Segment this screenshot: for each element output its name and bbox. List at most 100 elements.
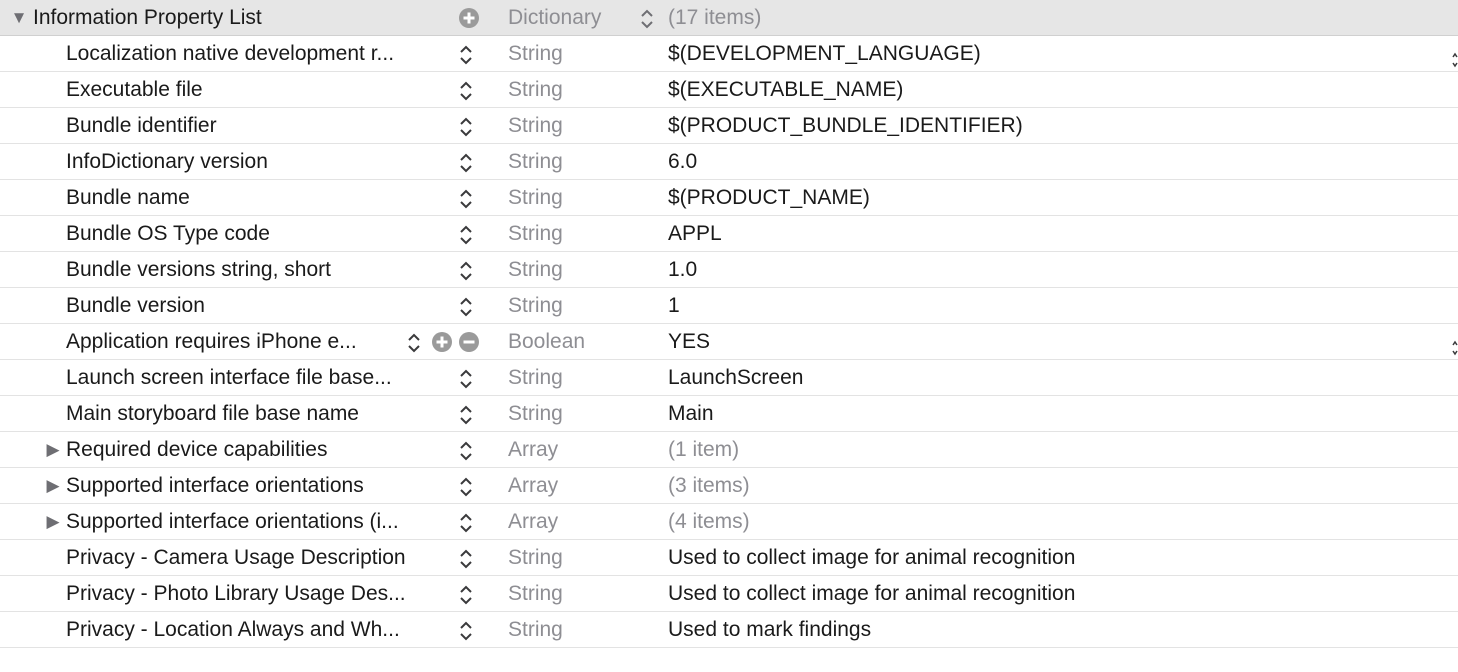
property-value[interactable]: (1 item) <box>668 432 1428 467</box>
property-value[interactable]: $(PRODUCT_NAME) <box>668 180 1428 215</box>
key-stepper[interactable] <box>457 295 475 319</box>
property-type[interactable]: String <box>508 612 648 647</box>
property-row[interactable]: ▶ Supported interface orientations Array (3… <box>0 468 1458 504</box>
property-key[interactable]: Bundle name <box>66 180 452 215</box>
property-key[interactable]: Supported interface orientations <box>66 468 452 503</box>
property-row[interactable]: ▶ Required device capabilities Array (1 ite… <box>0 432 1458 468</box>
property-row[interactable]: Application requires iPhone e... Boolean Y… <box>0 324 1458 360</box>
key-stepper[interactable] <box>457 511 475 535</box>
property-value[interactable]: Used to collect image for animal recogni… <box>668 576 1428 611</box>
property-key[interactable]: Bundle identifier <box>66 108 452 143</box>
property-key[interactable]: Launch screen interface file base... <box>66 360 452 395</box>
property-row[interactable]: Executable file String $(EXECUTABLE_NAME) <box>0 72 1458 108</box>
property-value[interactable]: YES <box>668 324 1428 359</box>
disclosure-collapsed-icon[interactable]: ▶ <box>44 468 62 503</box>
key-stepper[interactable] <box>457 619 475 643</box>
up-down-chevron-icon <box>460 441 472 461</box>
add-item-button[interactable] <box>458 7 480 29</box>
property-row[interactable]: Privacy - Photo Library Usage Des... Stri… <box>0 576 1458 612</box>
property-key[interactable]: Privacy - Camera Usage Description <box>66 540 452 575</box>
property-value[interactable]: Used to mark findings <box>668 612 1428 647</box>
property-type[interactable]: String <box>508 108 648 143</box>
property-value[interactable]: $(EXECUTABLE_NAME) <box>668 72 1428 107</box>
property-key[interactable]: Privacy - Location Always and Wh... <box>66 612 452 647</box>
property-value[interactable]: Used to collect image for animal recogni… <box>668 540 1428 575</box>
property-type[interactable]: String <box>508 144 648 179</box>
key-stepper[interactable] <box>457 259 475 283</box>
property-value[interactable]: Main <box>668 396 1428 431</box>
property-row[interactable]: InfoDictionary version String 6.0 <box>0 144 1458 180</box>
property-row[interactable]: Bundle versions string, short String 1.0 <box>0 252 1458 288</box>
property-key[interactable]: Bundle version <box>66 288 452 323</box>
property-value[interactable]: $(PRODUCT_BUNDLE_IDENTIFIER) <box>668 108 1428 143</box>
property-row[interactable]: Bundle identifier String $(PRODUCT_BUNDLE_… <box>0 108 1458 144</box>
property-key[interactable]: Localization native development r... <box>66 36 452 71</box>
property-value[interactable]: 6.0 <box>668 144 1428 179</box>
property-type[interactable]: String <box>508 252 648 287</box>
property-row[interactable]: Main storyboard file base name String Main <box>0 396 1458 432</box>
property-row[interactable]: Bundle name String $(PRODUCT_NAME) <box>0 180 1458 216</box>
key-stepper[interactable] <box>457 439 475 463</box>
key-stepper[interactable] <box>457 115 475 139</box>
property-key[interactable]: Main storyboard file base name <box>66 396 452 431</box>
property-type[interactable]: Boolean <box>508 324 648 359</box>
key-stepper[interactable] <box>457 367 475 391</box>
property-key[interactable]: InfoDictionary version <box>66 144 452 179</box>
resize-handle[interactable] <box>1452 333 1458 356</box>
key-stepper[interactable] <box>457 223 475 247</box>
property-type[interactable]: String <box>508 360 648 395</box>
root-type[interactable]: Dictionary <box>508 0 648 35</box>
key-stepper[interactable] <box>457 187 475 211</box>
key-stepper[interactable] <box>457 79 475 103</box>
key-stepper[interactable] <box>457 583 475 607</box>
property-value[interactable]: APPL <box>668 216 1428 251</box>
key-stepper[interactable] <box>457 43 475 67</box>
property-key[interactable]: Executable file <box>66 72 452 107</box>
property-value[interactable]: $(DEVELOPMENT_LANGUAGE) <box>668 36 1428 71</box>
property-type[interactable]: String <box>508 540 648 575</box>
property-type[interactable]: Array <box>508 468 648 503</box>
property-type[interactable]: String <box>508 72 648 107</box>
remove-row-button[interactable] <box>458 331 480 353</box>
property-value[interactable]: LaunchScreen <box>668 360 1428 395</box>
property-type[interactable]: String <box>508 180 648 215</box>
property-row[interactable]: Bundle OS Type code String APPL <box>0 216 1458 252</box>
property-key[interactable]: Application requires iPhone e... <box>66 324 452 359</box>
property-row[interactable]: Localization native development r... Stri… <box>0 36 1458 72</box>
root-row[interactable]: ▼ Information Property List Dictionary (… <box>0 0 1458 36</box>
resize-handle-icon <box>1452 340 1458 356</box>
property-value[interactable]: 1 <box>668 288 1428 323</box>
property-row[interactable]: Privacy - Location Always and Wh... Strin… <box>0 612 1458 648</box>
property-key[interactable]: Required device capabilities <box>66 432 452 467</box>
property-key[interactable]: Privacy - Photo Library Usage Des... <box>66 576 452 611</box>
disclosure-expanded-icon[interactable]: ▼ <box>10 0 28 35</box>
property-key[interactable]: Bundle versions string, short <box>66 252 452 287</box>
resize-handle[interactable] <box>1452 45 1458 68</box>
property-key[interactable]: Bundle OS Type code <box>66 216 452 251</box>
property-type[interactable]: Array <box>508 504 648 539</box>
property-key[interactable]: Supported interface orientations (i... <box>66 504 452 539</box>
key-stepper[interactable] <box>457 547 475 571</box>
property-row[interactable]: Privacy - Camera Usage Description String… <box>0 540 1458 576</box>
property-value[interactable]: (3 items) <box>668 468 1428 503</box>
property-type[interactable]: String <box>508 396 648 431</box>
type-popup-stepper[interactable] <box>638 7 656 31</box>
key-stepper[interactable] <box>457 475 475 499</box>
add-row-button[interactable] <box>431 331 453 353</box>
key-stepper[interactable] <box>405 331 423 355</box>
key-stepper[interactable] <box>457 403 475 427</box>
up-down-chevron-icon <box>641 9 653 29</box>
key-stepper[interactable] <box>457 151 475 175</box>
property-value[interactable]: 1.0 <box>668 252 1428 287</box>
property-value[interactable]: (4 items) <box>668 504 1428 539</box>
property-type[interactable]: String <box>508 216 648 251</box>
disclosure-collapsed-icon[interactable]: ▶ <box>44 432 62 467</box>
property-type[interactable]: String <box>508 288 648 323</box>
property-type[interactable]: String <box>508 576 648 611</box>
property-type[interactable]: String <box>508 36 648 71</box>
property-row[interactable]: Bundle version String 1 <box>0 288 1458 324</box>
property-row[interactable]: Launch screen interface file base... Stri… <box>0 360 1458 396</box>
property-row[interactable]: ▶ Supported interface orientations (i... A… <box>0 504 1458 540</box>
disclosure-collapsed-icon[interactable]: ▶ <box>44 504 62 539</box>
property-type[interactable]: Array <box>508 432 648 467</box>
